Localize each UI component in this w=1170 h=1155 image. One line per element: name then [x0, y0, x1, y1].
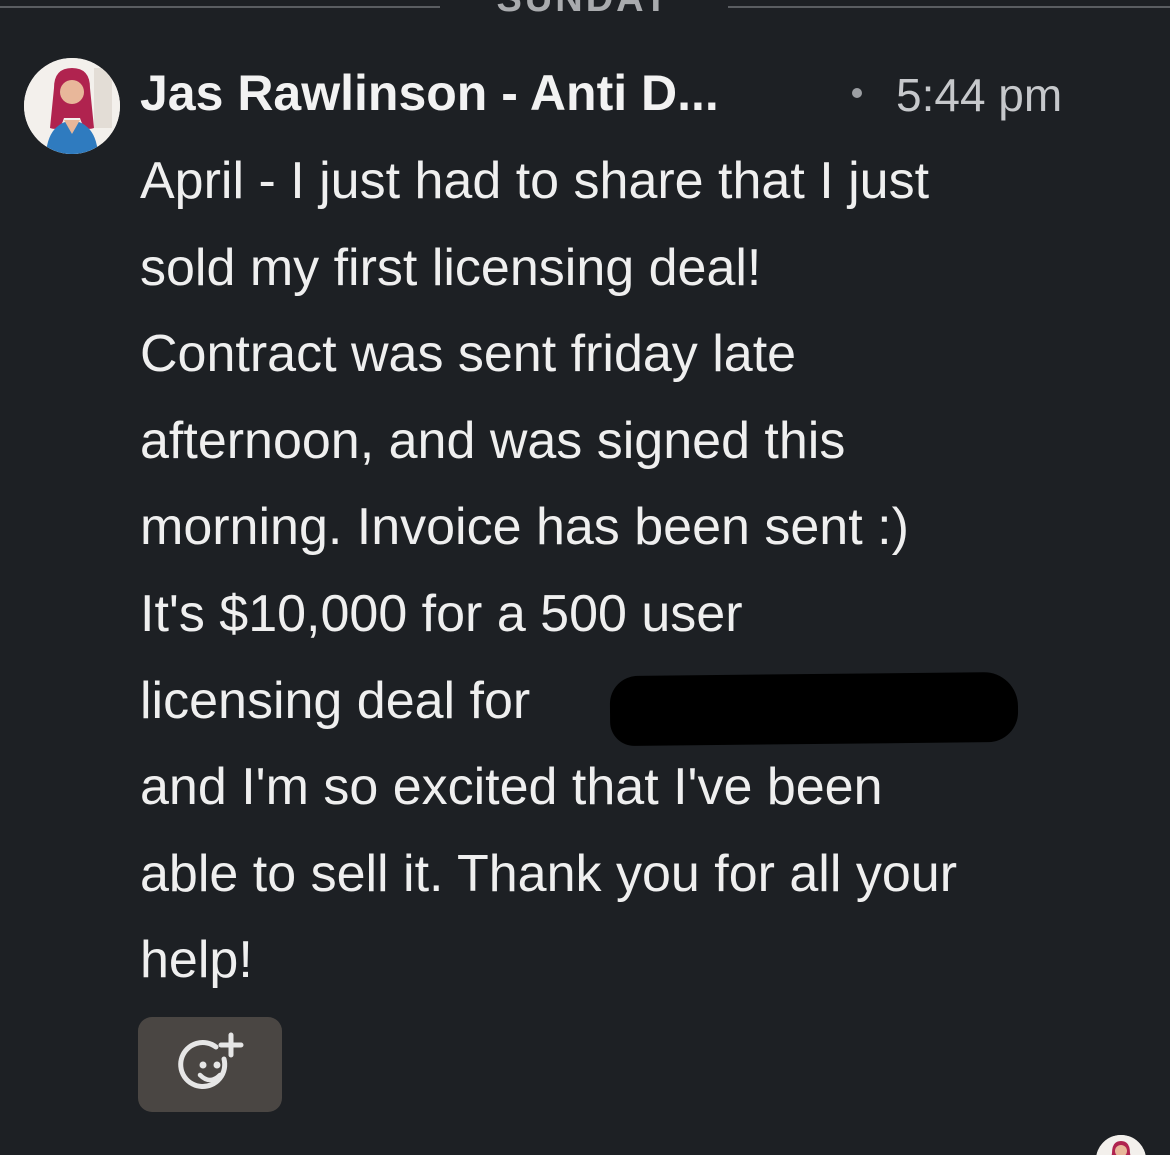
- redaction-block: [609, 671, 1019, 746]
- chat-screen: SUNDAY Jas Rawlinson - Anti D... 5:44 pm…: [0, 0, 1170, 1155]
- message-line-text: licensing deal for: [140, 671, 531, 730]
- add-reaction-icon: [178, 1032, 244, 1089]
- day-divider: SUNDAY: [0, 0, 1170, 22]
- message-line-redacted: licensing deal for: [140, 666, 1140, 753]
- sender-avatar[interactable]: [24, 58, 120, 154]
- message-body: April - I just had to share that I just …: [140, 146, 1140, 1012]
- message-line: sold my first licensing deal!: [140, 238, 762, 297]
- message-timestamp: 5:44 pm: [896, 69, 1063, 121]
- sender-name[interactable]: Jas Rawlinson - Anti D...: [140, 64, 719, 122]
- message-line: and I'm so excited that I've been: [140, 758, 883, 817]
- day-label: SUNDAY: [440, 0, 728, 21]
- read-receipt-avatar: [1096, 1135, 1146, 1155]
- message-line: It's $10,000 for a 500 user: [140, 584, 743, 643]
- avatar-photo-icon: [24, 58, 120, 154]
- message-line: morning. Invoice has been sent :): [140, 498, 909, 557]
- message-line: help!: [140, 931, 253, 990]
- read-receipt-avatar-icon: [1096, 1135, 1146, 1155]
- message-line: able to sell it. Thank you for all your: [140, 844, 958, 903]
- add-reaction-button[interactable]: [138, 1017, 282, 1112]
- divider-line-left: [0, 6, 440, 8]
- divider-line-right: [728, 6, 1170, 8]
- message-line: afternoon, and was signed this: [140, 411, 846, 470]
- separator-dot: [852, 88, 862, 98]
- message-line: Contract was sent friday late: [140, 325, 797, 384]
- message-line: April - I just had to share that I just: [140, 152, 930, 210]
